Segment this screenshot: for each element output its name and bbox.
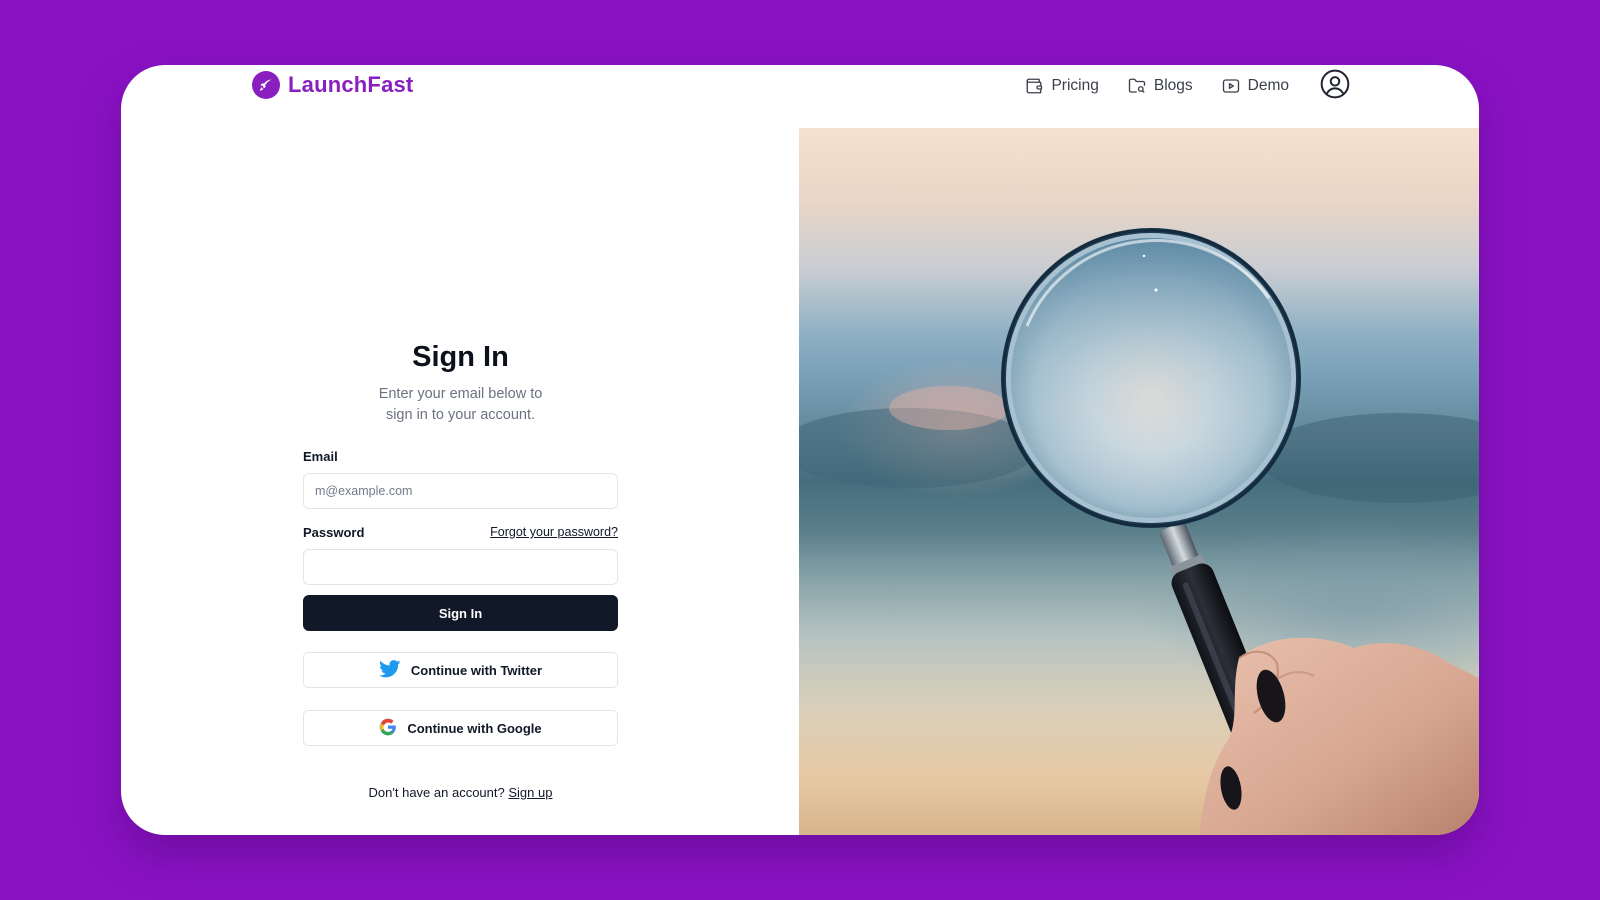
page-subtitle: Enter your email below to sign in to you… xyxy=(378,386,543,423)
nav-link-demo[interactable]: Demo xyxy=(1222,69,1289,103)
google-icon xyxy=(379,718,397,739)
password-field[interactable] xyxy=(303,549,618,585)
nav-link-pricing[interactable]: Pricing xyxy=(1025,69,1099,103)
password-label: Password xyxy=(303,524,365,540)
user-circle-icon xyxy=(1319,68,1351,105)
hero-image xyxy=(799,128,1479,835)
user-menu-button[interactable] xyxy=(1319,68,1351,105)
signin-panel: Sign In Enter your email below to sign i… xyxy=(121,128,799,835)
app-window: LaunchFast Pricing Blogs Demo Sign In En… xyxy=(121,65,1479,835)
video-icon xyxy=(1222,77,1240,95)
nav-links: Pricing Blogs Demo xyxy=(996,69,1351,103)
rocket-icon xyxy=(252,71,280,99)
password-label-row: Password Forgot your password? xyxy=(303,522,618,542)
nav-link-label: Blogs xyxy=(1153,77,1193,94)
email-label: Email xyxy=(303,448,338,464)
forgot-password-link[interactable]: Forgot your password? xyxy=(490,525,618,539)
top-nav: LaunchFast Pricing Blogs Demo xyxy=(121,65,1479,128)
sign-up-link[interactable]: Sign up xyxy=(508,785,552,800)
page-title: Sign In xyxy=(412,341,509,373)
nav-link-label: Demo xyxy=(1247,77,1289,94)
twitter-icon xyxy=(379,659,401,681)
nav-link-blogs[interactable]: Blogs xyxy=(1128,69,1193,103)
wallet-icon xyxy=(1025,77,1043,95)
email-label-row: Email xyxy=(303,446,618,466)
continue-with-twitter-button[interactable]: Continue with Twitter xyxy=(303,652,618,688)
brand-name: LaunchFast xyxy=(288,72,414,97)
signin-form: Sign In Enter your email below to sign i… xyxy=(303,341,618,800)
brand-logo-link[interactable]: LaunchFast xyxy=(252,71,413,99)
magnifying-glass-photo xyxy=(799,228,1479,835)
sign-in-button[interactable]: Sign In xyxy=(303,595,618,631)
nav-link-label: Pricing xyxy=(1051,77,1099,94)
google-button-label: Continue with Google xyxy=(407,720,542,736)
folder-icon xyxy=(1128,77,1146,95)
email-field[interactable] xyxy=(303,473,618,509)
continue-with-google-button[interactable]: Continue with Google xyxy=(303,710,618,746)
twitter-button-label: Continue with Twitter xyxy=(410,662,543,678)
signup-prompt: Don't have an account? Sign up xyxy=(303,785,618,800)
no-account-text: Don't have an account? xyxy=(368,785,505,800)
